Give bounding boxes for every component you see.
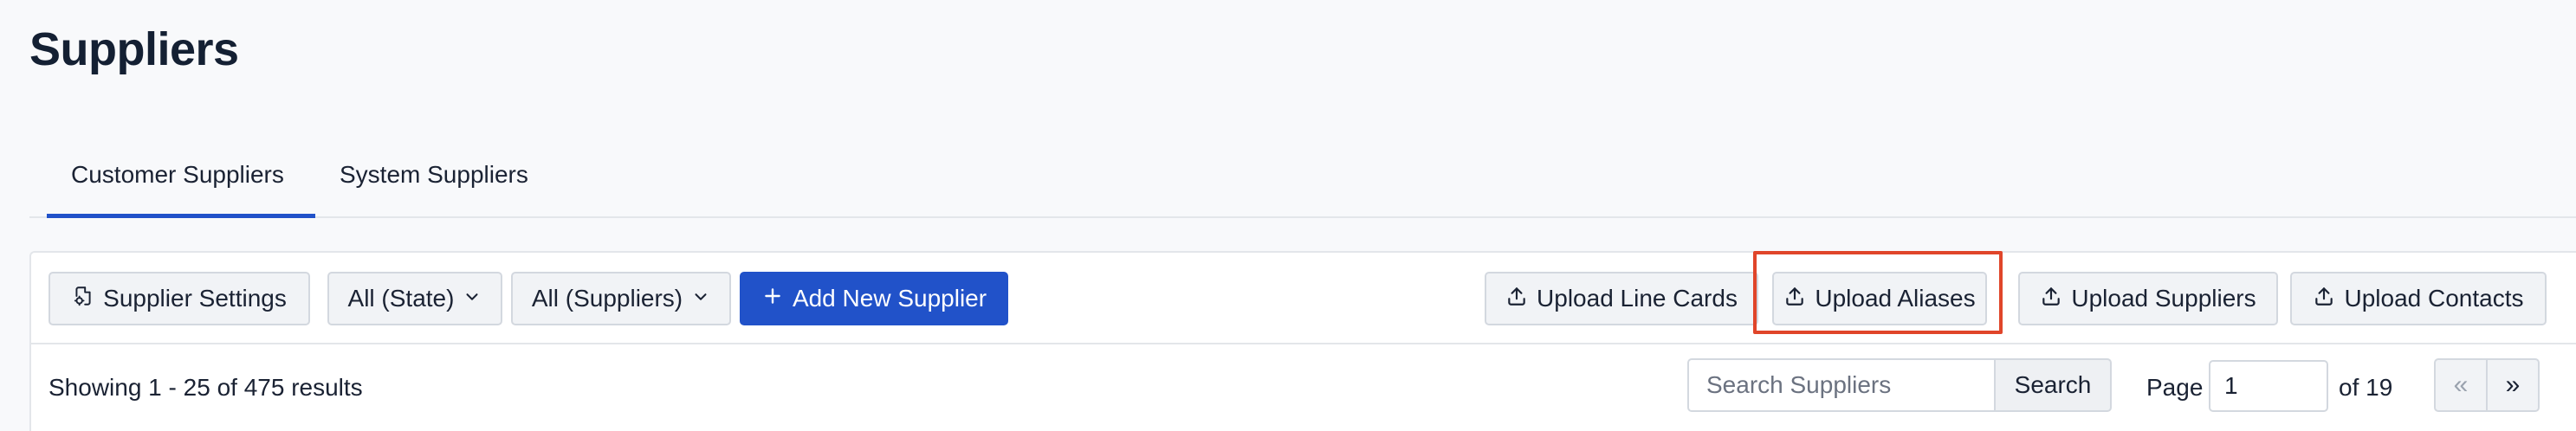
plus-icon [761,285,784,313]
upload-suppliers-label: Upload Suppliers [2071,285,2256,312]
upload-icon [1505,285,1528,313]
active-tab-indicator [47,214,315,218]
page-label: Page [2146,374,2204,401]
add-new-supplier-button[interactable]: Add New Supplier [740,272,1008,325]
upload-icon [2313,285,2335,313]
chevron-down-icon [463,285,482,312]
tab-bar: Customer Suppliers System Suppliers [29,145,2576,218]
tab-customer-suppliers[interactable]: Customer Suppliers [71,161,284,189]
next-page-button[interactable]: » [2486,358,2540,412]
panel-divider [31,343,2576,344]
search-input[interactable] [1687,358,1994,412]
upload-line-cards-button[interactable]: Upload Line Cards [1485,272,1758,325]
add-new-supplier-label: Add New Supplier [792,285,987,312]
upload-line-cards-label: Upload Line Cards [1537,285,1738,312]
page-number-input[interactable] [2209,360,2328,412]
upload-suppliers-button[interactable]: Upload Suppliers [2018,272,2278,325]
file-gear-icon [72,285,94,313]
upload-aliases-label: Upload Aliases [1815,285,1976,312]
supplier-filter-label: All (Suppliers) [531,285,683,312]
supplier-filter-dropdown[interactable]: All (Suppliers) [511,272,731,325]
tab-system-suppliers[interactable]: System Suppliers [340,161,528,189]
state-filter-label: All (State) [347,285,455,312]
search-button[interactable]: Search [1994,358,2112,412]
upload-icon [2040,285,2062,313]
total-pages-label: of 19 [2339,374,2393,401]
supplier-settings-label: Supplier Settings [103,285,287,312]
results-summary: Showing 1 - 25 of 475 results [49,374,363,401]
upload-aliases-button[interactable]: Upload Aliases [1772,272,1987,325]
previous-page-button[interactable]: « [2434,358,2488,412]
upload-contacts-label: Upload Contacts [2344,285,2524,312]
upload-contacts-button[interactable]: Upload Contacts [2290,272,2547,325]
upload-icon [1783,285,1806,313]
page-title: Suppliers [29,23,239,75]
supplier-settings-button[interactable]: Supplier Settings [49,272,310,325]
state-filter-dropdown[interactable]: All (State) [327,272,502,325]
chevron-down-icon [691,285,710,312]
